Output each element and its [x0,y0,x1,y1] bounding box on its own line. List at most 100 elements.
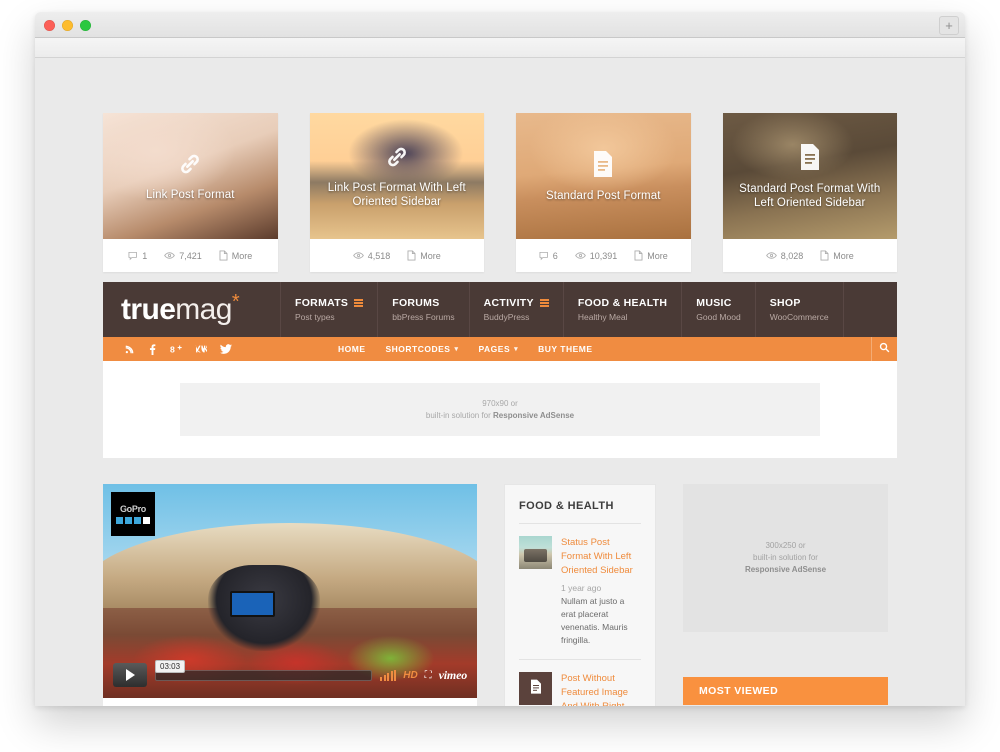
most-viewed-widget-header: MOST VIEWED [683,677,888,705]
minimize-window-button[interactable] [62,20,73,31]
nav-item-top: MUSIC [696,297,740,309]
featured-card[interactable]: Standard Post Format 6 10,391 More [516,113,691,272]
widget-post-item[interactable]: Status Post Format With Left Oriented Si… [519,524,641,660]
nav-item-shop[interactable]: SHOP WooCommerce [756,282,844,337]
widget-post-body: Post Without Featured Image And With Rig… [561,672,641,706]
card-overlay: Standard Post Format [516,113,691,239]
card-thumbnail[interactable]: Link Post Format With Left Oriented Side… [309,113,484,239]
vk-icon[interactable] [195,344,207,354]
eye-icon [164,250,176,261]
browser-titlebar: + [35,12,965,38]
subnav-item-label: HOME [338,344,366,354]
featured-card[interactable]: Link Post Format 1 7,421 More [103,113,278,272]
widget-post-title[interactable]: Post Without Featured Image And With Rig… [561,672,641,706]
subnav-menu: HOME SHORTCODES ▾ PAGES ▾ BUY THEME [338,344,593,354]
widget-title: FOOD & HEALTH [519,500,641,524]
close-window-button[interactable] [44,20,55,31]
content-row: GoPro 03:03 HD ⛶ vimeo FOOD & HEALTH Sta… [103,484,897,706]
link-icon [384,144,410,175]
featured-card[interactable]: Standard Post Format With Left Oriented … [722,113,898,272]
social-links: 8 [103,343,232,355]
card-thumbnail[interactable]: Standard Post Format [516,113,691,239]
widget-post-title[interactable]: Status Post Format With Left Oriented Si… [561,536,641,578]
subnav-item-home[interactable]: HOME [338,344,366,354]
comment-count-value: 1 [142,250,148,261]
card-overlay: Link Post Format [103,113,278,239]
view-count-value: 4,518 [367,250,391,261]
subnav-item-shortcodes[interactable]: SHORTCODES ▾ [386,344,459,354]
page-viewport: Link Post Format 1 7,421 More Link Post … [35,58,965,706]
browser-toolbar [35,38,965,58]
play-button[interactable] [113,663,147,687]
widget-post-item[interactable]: Post Without Featured Image And With Rig… [519,660,641,706]
more-link[interactable]: More [219,250,253,261]
video-progress-track[interactable] [155,669,373,681]
leaderboard-ad-strip: 970x90 or built-in solution for Responsi… [103,361,897,458]
new-tab-button[interactable]: + [939,16,959,35]
more-label: More [231,250,253,261]
nav-item-forums[interactable]: FORUMS bbPress Forums [378,282,470,337]
comment-icon [539,251,549,261]
menu-burger-icon [354,299,364,307]
more-label: More [420,250,441,261]
nav-item-top: FORMATS [295,297,364,309]
widget-post-thumbnail[interactable] [519,672,552,705]
googleplus-icon[interactable]: 8 [170,344,182,354]
more-link[interactable]: More [634,250,668,261]
gopro-wordmark: GoPro [119,504,146,514]
more-link[interactable]: More [820,250,854,261]
card-meta: 8,028 More [723,239,898,272]
facebook-icon[interactable] [148,343,157,355]
view-count: 10,391 [574,250,617,261]
ad-size-label: 970x90 or [482,398,518,408]
subnav-item-buy-theme[interactable]: BUY THEME [538,344,592,354]
card-title: Link Post Format With Left Oriented Side… [327,181,466,208]
card-thumbnail[interactable]: Standard Post Format With Left Oriented … [722,113,897,239]
video-timeline[interactable]: 03:03 [155,660,373,687]
comment-count[interactable]: 6 [539,251,558,261]
logo-bold: true [121,292,176,326]
view-count: 4,518 [352,250,391,261]
site-header: truemag* FORMATS Post types FORUMS bbPre… [103,282,897,337]
subnav-item-label: PAGES [478,344,511,354]
eye-icon [574,250,586,261]
document-icon [634,250,643,261]
logo-light: mag [175,292,232,326]
nav-item-top: ACTIVITY [484,297,549,309]
nav-item-label: MUSIC [696,297,732,309]
card-title: Standard Post Format With Left Oriented … [739,182,881,209]
subnav-item-pages[interactable]: PAGES ▾ [479,344,519,354]
menu-burger-icon [539,299,549,307]
video-player[interactable]: GoPro 03:03 HD ⛶ vimeo [103,484,477,698]
ad-solution-label: built-in solution for Responsive AdSense [426,410,574,422]
nav-item-activity[interactable]: ACTIVITY BuddyPress [470,282,564,337]
nav-item-formats[interactable]: FORMATS Post types [281,282,379,337]
card-title: Standard Post Format [546,189,661,202]
hd-toggle[interactable]: HD [403,670,417,681]
fullscreen-icon[interactable]: ⛶ [425,670,432,681]
vimeo-logo[interactable]: vimeo [439,668,468,683]
sidebar-column-left: FOOD & HEALTH Status Post Format With Le… [504,484,656,706]
link-icon [177,151,203,182]
widget-post-thumbnail[interactable] [519,536,552,569]
document-icon [219,250,228,261]
nav-item-sub: BuddyPress [483,312,530,322]
rectangle-ad: 300x250 or built-in solution for Respons… [683,484,888,632]
site-logo[interactable]: truemag* [103,282,281,337]
card-thumbnail[interactable]: Link Post Format [103,113,278,239]
ad-solution-label: built-in solution for [753,553,818,562]
ad-size-label: 300x250 or [765,541,806,550]
search-button[interactable] [871,337,897,361]
twitter-icon[interactable] [220,344,232,354]
featured-card[interactable]: Link Post Format With Left Oriented Side… [309,113,484,272]
nav-item-food-health[interactable]: FOOD & HEALTH Healthy Meal [564,282,683,337]
nav-item-label: FOOD & HEALTH [577,297,668,309]
volume-icon[interactable] [380,669,397,681]
chevron-down-icon: ▾ [514,346,519,353]
rss-icon[interactable] [125,344,135,354]
view-count: 8,028 [765,250,803,261]
nav-item-music[interactable]: MUSIC Good Mood [682,282,756,337]
more-link[interactable]: More [407,250,441,261]
comment-count[interactable]: 1 [128,251,147,261]
maximize-window-button[interactable] [80,20,91,31]
